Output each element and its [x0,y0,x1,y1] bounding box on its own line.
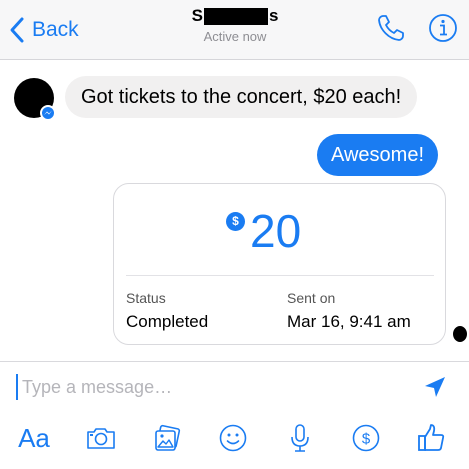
status-value: Completed [126,312,209,331]
contact-name-start: S [191,6,203,25]
gallery-button[interactable] [149,420,185,456]
text-format-label: Aa [18,422,50,453]
back-button[interactable]: Back [8,14,79,46]
outgoing-message[interactable]: Awesome! [317,134,439,176]
back-label: Back [32,18,79,41]
contact-name: S s [192,6,279,26]
payment-amount: 20 [250,205,302,257]
payment-button[interactable]: $ [348,420,384,456]
text-format-button[interactable]: Aa [16,420,52,456]
send-icon[interactable] [422,374,448,400]
chevron-left-icon [10,17,24,43]
camera-button[interactable] [83,420,119,456]
status-label: Status [126,290,166,306]
gallery-icon [155,424,181,451]
redaction-block [203,7,268,25]
contact-name-end: s [268,6,279,25]
messenger-badge-icon [40,105,56,121]
message-composer: Aa [0,361,469,469]
info-icon[interactable] [428,13,458,43]
microphone-button[interactable] [282,420,318,456]
like-button[interactable] [413,420,449,456]
redaction-mark [453,326,467,342]
presence-status: Active now [203,29,267,44]
incoming-message[interactable]: Got tickets to the concert, $20 each! [65,76,418,118]
sent-label: Sent on [287,290,336,306]
divider [126,275,434,276]
svg-text:$: $ [362,431,371,448]
microphone-icon [291,424,309,452]
conversation-title[interactable]: S s Active now [150,6,320,44]
message-input[interactable] [16,374,396,400]
composer-toolbar: Aa $ [0,420,469,460]
thumbs-up-icon [418,424,445,451]
dollar-icon: $ [352,424,380,452]
dollar-badge-icon: $ [226,212,245,231]
emoji-button[interactable] [215,420,251,456]
sent-value: Mar 16, 9:41 am [287,312,411,331]
phone-icon[interactable] [376,13,406,43]
camera-icon [87,428,115,449]
conversation-header: Back S s Active now [0,0,469,60]
emoji-icon [219,424,247,452]
payment-card[interactable]: $ 20 Status Completed Sent on Mar 16, 9:… [113,183,446,345]
